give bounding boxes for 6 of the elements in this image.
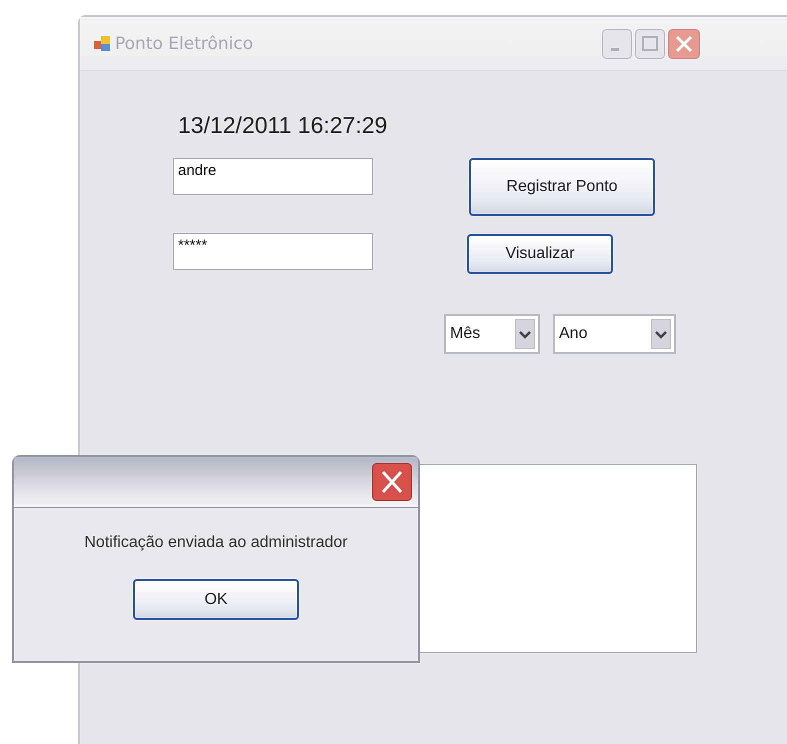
date-time-label: 13/12/2011 16:27:29 <box>178 111 388 139</box>
ok-button[interactable]: OK <box>133 579 299 620</box>
app-icon <box>93 34 111 52</box>
close-button[interactable] <box>372 463 412 501</box>
message-text: Notificação enviada ao administrador <box>84 534 348 552</box>
window-title: Ponto Eletrônico <box>115 34 254 54</box>
